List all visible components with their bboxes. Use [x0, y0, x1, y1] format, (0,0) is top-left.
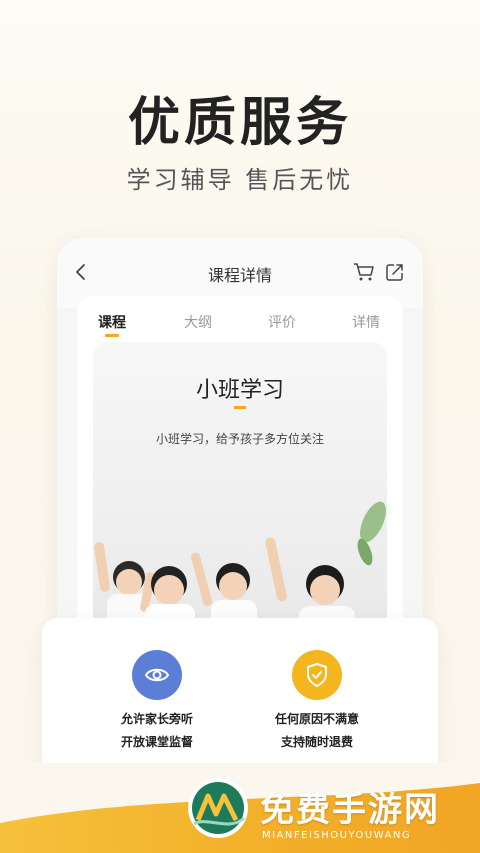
shield-check-icon — [292, 650, 342, 700]
tab-label: 大纲 — [184, 315, 212, 331]
banner-underline — [234, 406, 246, 409]
course-banner: 小班学习 小班学习，给予孩子多方位关注 — [93, 342, 387, 642]
eye-icon — [132, 650, 182, 700]
tab-label: 课程 — [98, 315, 126, 331]
brand-name: 免费手游网 — [260, 790, 440, 830]
tab-outline[interactable]: 大纲 — [173, 312, 223, 332]
feature-line2: 支持随时退费 — [280, 735, 353, 749]
share-icon[interactable] — [385, 262, 405, 282]
banner-description: 小班学习，给予孩子多方位关注 — [155, 432, 324, 446]
hero-subtitle: 学习辅导 售后无忧 — [126, 166, 354, 194]
active-tab-indicator — [105, 334, 119, 337]
tab-details[interactable]: 详情 — [341, 312, 391, 332]
tab-label: 详情 — [352, 315, 380, 331]
hero-title: 优质服务 — [127, 93, 352, 153]
brand-logo-icon — [188, 778, 248, 838]
feature-parent-audit: 允许家长旁听 开放课堂监督 — [82, 650, 232, 750]
brand-pinyin: MIANFEISHOUYOUWANG — [262, 830, 412, 841]
tab-label: 评价 — [268, 315, 296, 331]
tab-bar: 课程 大纲 评价 详情 — [77, 312, 403, 342]
tab-course[interactable]: 课程 — [87, 312, 137, 337]
cart-icon[interactable] — [353, 262, 375, 282]
feature-line1: 任何原因不满意 — [274, 712, 359, 726]
tab-reviews[interactable]: 评价 — [257, 312, 307, 332]
feature-line2: 开放课堂监督 — [120, 735, 193, 749]
features-card: 允许家长旁听 开放课堂监督 任何原因不满意 支持随时退费 — [42, 618, 438, 778]
banner-title: 小班学习 — [195, 378, 284, 403]
feature-refund: 任何原因不满意 支持随时退费 — [242, 650, 392, 750]
feature-line1: 允许家长旁听 — [120, 712, 193, 726]
